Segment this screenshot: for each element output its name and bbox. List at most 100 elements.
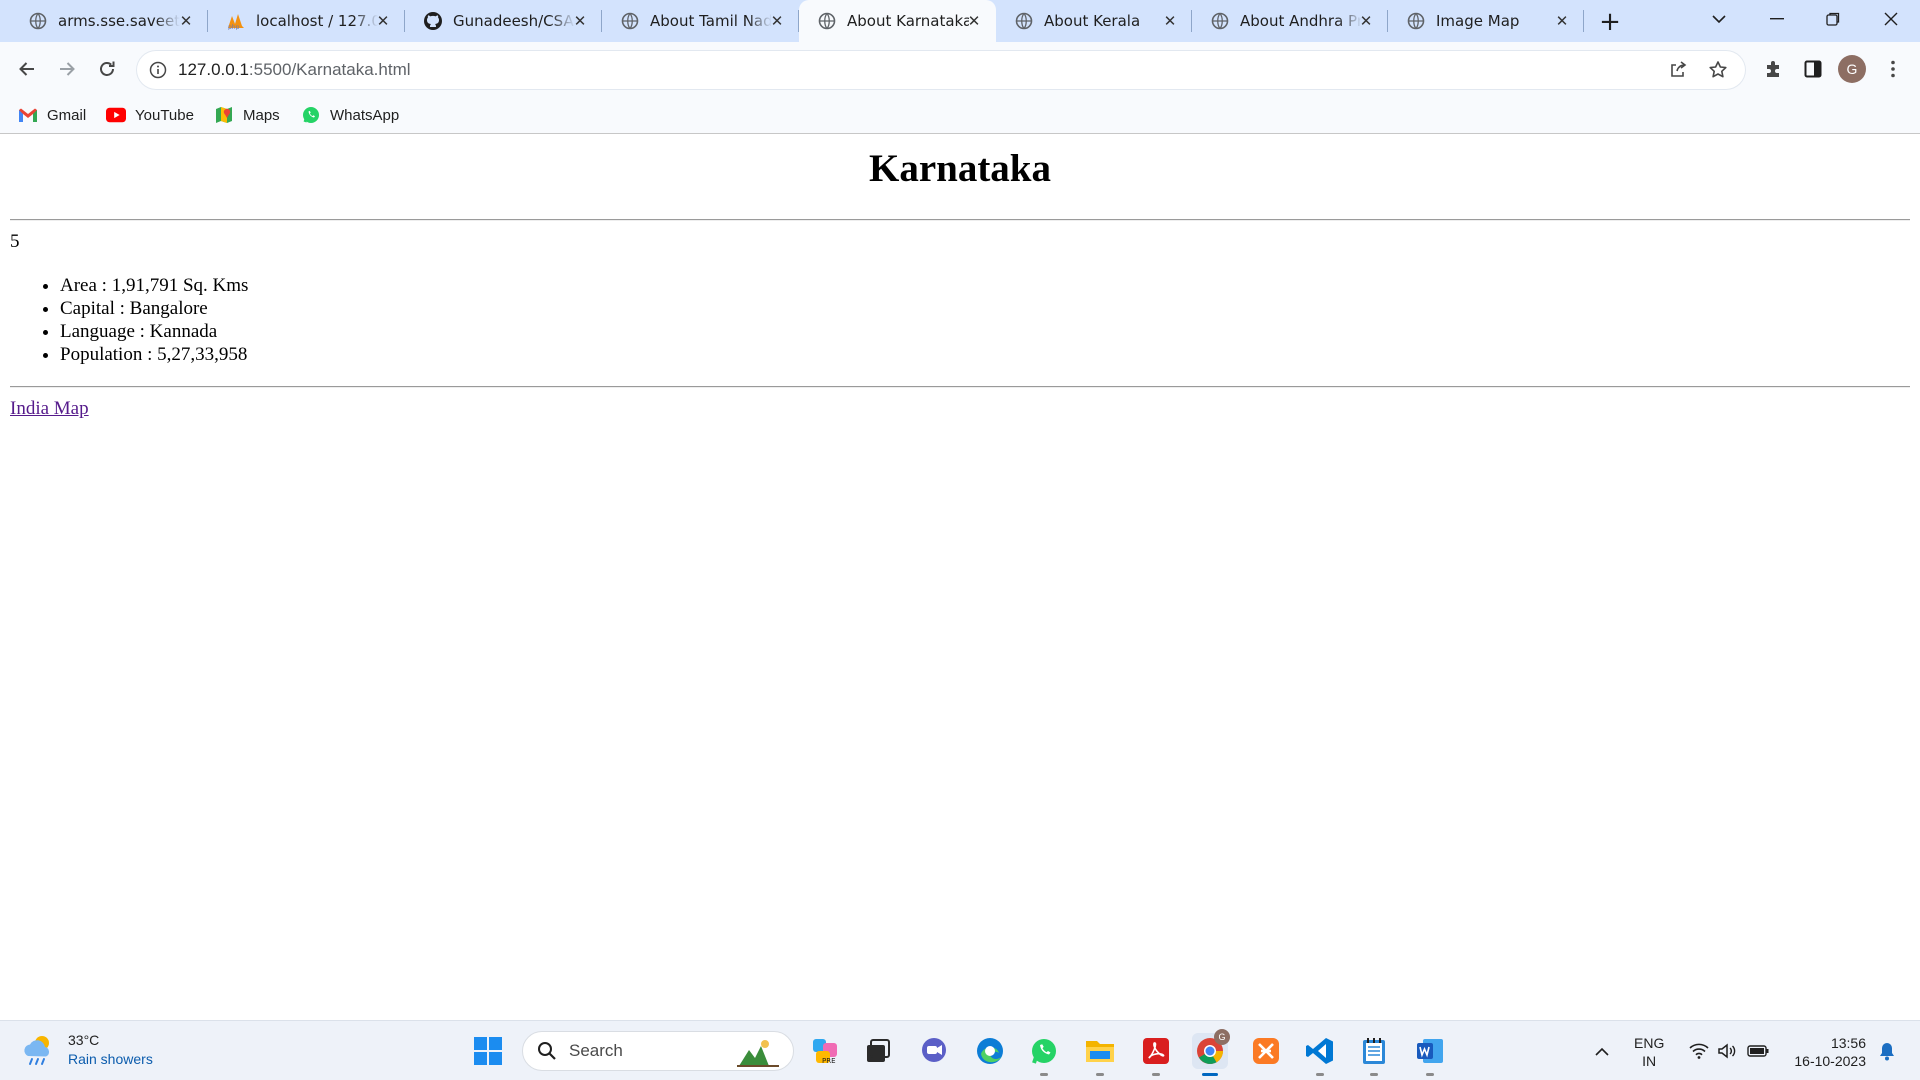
windows-taskbar: 33°C Rain showers Search PRE G ENG IN 13…	[0, 1020, 1920, 1080]
folder-icon	[1086, 1041, 1114, 1062]
wifi-icon	[1689, 1043, 1709, 1059]
taskbar-teams-chat[interactable]	[916, 1033, 952, 1069]
battery-status[interactable]	[1744, 1021, 1772, 1080]
task-view-icon	[867, 1039, 890, 1062]
close-tab-icon[interactable]: ✕	[373, 11, 393, 31]
bookmark-gmail[interactable]: Gmail	[18, 103, 86, 127]
taskbar-file-explorer[interactable]	[1082, 1033, 1118, 1076]
tab-about-tamil-nadu[interactable]: About Tamil Nadu ✕	[602, 0, 799, 42]
tab-arms-saveetha[interactable]: arms.sse.saveetha ✕	[10, 0, 208, 42]
taskbar-word[interactable]	[1412, 1033, 1448, 1076]
url-text[interactable]: 127.0.0.1:5500/Karnataka.html	[178, 60, 411, 80]
close-tab-icon[interactable]: ✕	[767, 11, 787, 31]
taskbar-task-view[interactable]	[860, 1033, 896, 1069]
running-indicator	[1040, 1073, 1048, 1076]
tab-search-button[interactable]	[1694, 0, 1744, 38]
taskbar-xampp[interactable]	[1248, 1033, 1284, 1069]
close-window-button[interactable]	[1866, 0, 1916, 38]
new-tab-button[interactable]: +	[1594, 6, 1626, 38]
chrome-profile-badge: G	[1214, 1029, 1230, 1045]
show-hidden-icons-button[interactable]	[1590, 1021, 1614, 1080]
bookmark-maps[interactable]: Maps	[214, 103, 280, 127]
bookmark-label: WhatsApp	[330, 106, 400, 124]
address-bar[interactable]: 127.0.0.1:5500/Karnataka.html	[136, 50, 1746, 90]
windows-logo-icon	[474, 1037, 502, 1065]
taskbar-acrobat[interactable]	[1138, 1033, 1174, 1076]
close-tab-icon[interactable]: ✕	[570, 11, 590, 31]
forward-button[interactable]	[50, 52, 84, 86]
tab-about-kerala[interactable]: About Kerala ✕	[996, 0, 1192, 42]
tab-title: About Karnataka	[847, 12, 969, 30]
language-code: ENG	[1634, 1035, 1665, 1051]
clock-date: 16-10-2023	[1794, 1053, 1866, 1069]
taskbar-edge[interactable]	[972, 1033, 1008, 1069]
tab-title: About Andhra Pradesh	[1240, 12, 1362, 30]
close-icon	[1884, 12, 1898, 26]
restore-icon	[1826, 12, 1840, 26]
profile-avatar[interactable]: G	[1838, 55, 1866, 83]
reload-button[interactable]	[90, 52, 124, 86]
bell-icon	[1880, 1043, 1894, 1061]
page-content: Karnataka 5 Area : 1,91,791 Sq. Kms Capi…	[0, 135, 1920, 1020]
url-host: 127.0.0.1	[178, 60, 249, 79]
battery-icon	[1747, 1045, 1769, 1057]
taskbar-search[interactable]: Search	[522, 1031, 794, 1071]
horizontal-rule	[10, 386, 1910, 388]
back-arrow-icon	[19, 62, 34, 76]
info-icon[interactable]	[146, 58, 170, 82]
tab-title: Gunadeesh/CSA	[453, 12, 574, 30]
forward-arrow-icon	[60, 62, 75, 76]
taskbar-vscode[interactable]	[1302, 1033, 1338, 1076]
close-tab-icon[interactable]: ✕	[176, 11, 196, 31]
tab-title: About Kerala	[1044, 12, 1141, 30]
svg-text:php: php	[228, 24, 240, 30]
minimize-button[interactable]	[1752, 0, 1802, 38]
fact-area: Area : 1,91,791 Sq. Kms	[60, 274, 248, 297]
back-button[interactable]	[10, 52, 44, 86]
tab-about-andhra-pradesh[interactable]: About Andhra Pradesh ✕	[1192, 0, 1388, 42]
url-path: :5500/Karnataka.html	[248, 60, 411, 79]
weather-temperature: 33°C	[68, 1032, 100, 1048]
tab-github[interactable]: Gunadeesh/CSA ✕	[405, 0, 602, 42]
volume-status[interactable]	[1714, 1021, 1740, 1080]
start-button[interactable]	[470, 1033, 506, 1069]
chevron-up-icon	[1595, 1047, 1609, 1056]
fact-population: Population : 5,27,33,958	[60, 343, 248, 366]
weather-widget[interactable]: 33°C Rain showers	[22, 1031, 153, 1069]
bookmark-whatsapp[interactable]: WhatsApp	[301, 103, 399, 127]
wifi-status[interactable]	[1686, 1021, 1712, 1080]
close-tab-icon[interactable]: ✕	[1160, 11, 1180, 31]
system-clock[interactable]: 13:56 16-10-2023	[1780, 1034, 1866, 1070]
close-tab-icon[interactable]: ✕	[1356, 11, 1376, 31]
tab-strip: arms.sse.saveetha ✕ php localhost / 127.…	[0, 0, 1920, 42]
side-panel-button[interactable]	[1796, 52, 1830, 86]
taskbar-copilot[interactable]: PRE	[808, 1033, 844, 1069]
india-map-link[interactable]: India Map	[10, 398, 89, 420]
tab-localhost[interactable]: php localhost / 127.0.0.1 ✕	[208, 0, 405, 42]
close-tab-icon[interactable]: ✕	[1552, 11, 1572, 31]
bookmark-label: Gmail	[47, 106, 87, 124]
bookmark-label: YouTube	[135, 106, 194, 124]
whatsapp-icon	[301, 105, 321, 125]
tab-image-map[interactable]: Image Map ✕	[1388, 0, 1584, 42]
bookmark-youtube[interactable]: YouTube	[106, 103, 194, 127]
bookmark-star-icon[interactable]	[1706, 58, 1730, 82]
taskbar-notepad[interactable]	[1356, 1033, 1392, 1076]
taskbar-whatsapp[interactable]	[1026, 1033, 1062, 1076]
language-indicator[interactable]: ENG IN	[1634, 1034, 1664, 1070]
chrome-menu-button[interactable]	[1876, 52, 1910, 86]
restore-button[interactable]	[1808, 0, 1858, 38]
taskbar-chrome[interactable]: G	[1192, 1029, 1230, 1076]
tab-title: About Tamil Nadu	[650, 12, 772, 30]
search-highlight-icon	[737, 1040, 779, 1067]
extensions-button[interactable]	[1756, 52, 1790, 86]
gmail-icon	[18, 105, 38, 125]
share-icon[interactable]	[1666, 58, 1690, 82]
running-indicator	[1316, 1073, 1324, 1076]
tab-about-karnataka[interactable]: About Karnataka ✕	[799, 0, 996, 42]
notifications-button[interactable]	[1874, 1021, 1900, 1080]
copilot-icon: PRE	[813, 1039, 837, 1065]
edge-icon	[977, 1038, 1003, 1064]
browser-toolbar: 127.0.0.1:5500/Karnataka.html G	[0, 42, 1920, 97]
close-tab-icon[interactable]: ✕	[964, 11, 984, 31]
